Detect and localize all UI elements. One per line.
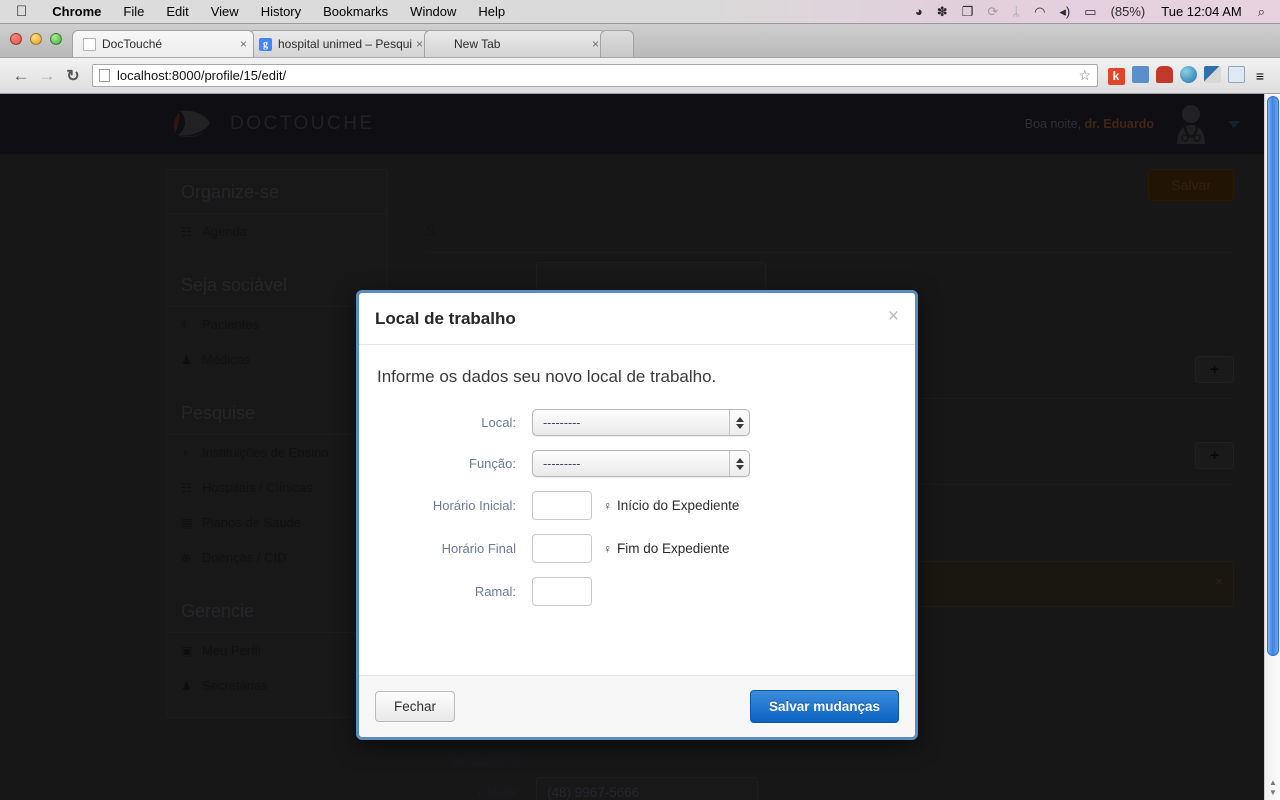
stepper-icon[interactable] [729,451,749,476]
lightbulb-icon: ♀ [603,498,612,513]
menu-view[interactable]: View [200,4,250,19]
scrollbar-thumb[interactable] [1267,96,1279,656]
battery-percent: (85%) [1110,4,1146,19]
url-text[interactable]: localhost:8000/profile/15/edit/ [117,68,286,83]
form-row-ramal: Ramal: [377,577,897,606]
salvar-mudancas-button[interactable]: Salvar mudanças [749,690,899,723]
funcao-select-value: --------- [543,456,581,471]
local-select[interactable]: --------- [532,409,750,436]
battery-icon[interactable]: ▭ [1077,4,1103,20]
page-icon [83,37,96,51]
help-text: Início do Expediente [617,498,740,513]
browser-tab-google-search[interactable]: g hospital unimed – Pesquis × [248,30,430,57]
page-info-icon[interactable] [99,69,110,82]
bookmark-star-icon[interactable]: ☆ [1078,67,1091,84]
close-window-button[interactable] [10,33,22,45]
menu-window[interactable]: Window [399,4,467,19]
tab-title: hospital unimed – Pesquis [278,37,412,51]
modal-title: Local de trabalho [375,309,516,328]
browser-tab-new-tab[interactable]: New Tab × [424,30,606,57]
stepper-icon[interactable] [729,410,749,435]
horario-inicial-label: Horário Inicial: [432,498,516,513]
alfred-icon[interactable]: ◕ [908,4,930,19]
horario-inicial-help: ♀ Início do Expediente [603,498,739,513]
menubar-clock[interactable]: Tue 12:04 AM [1152,4,1250,19]
modal-body: Informe os dados seu novo local de traba… [359,345,915,675]
globe-extension-icon[interactable] [1176,65,1200,86]
tab-title: New Tab [454,37,501,51]
horario-inicial-input[interactable] [532,491,592,520]
screen-sharing-icon[interactable]: ❐ [955,4,981,20]
horario-final-label: Horário Final [441,541,516,556]
new-tab-button[interactable] [600,30,634,57]
funcao-label: Função: [469,456,516,471]
search-icon[interactable]: ⌕ [1251,4,1272,20]
back-button[interactable]: ← [8,66,34,86]
form-row-horario-final: Horário Final ♀ Fim do Expediente [377,534,897,563]
address-bar[interactable]: localhost:8000/profile/15/edit/ ☆ [92,64,1098,87]
bluetooth-icon[interactable]: ᛦ [1005,4,1027,19]
form-row-horario-inicial: Horário Inicial: ♀ Início do Expediente [377,491,897,520]
menu-edit[interactable]: Edit [155,4,199,19]
pocket-extension-icon[interactable] [1152,65,1176,86]
page-viewport: DOCTOUCHE Boa noite, dr. Eduardo [0,94,1280,800]
menu-chrome[interactable]: Chrome [41,4,112,19]
evernote-clipper-icon[interactable] [1128,65,1152,86]
menu-history[interactable]: History [250,4,312,19]
chrome-window: DocTouché × g hospital unimed – Pesquis … [0,24,1280,800]
macos-menubar:  Chrome File Edit View History Bookmark… [0,0,1280,24]
menu-help[interactable]: Help [467,4,516,19]
apple-menu-icon[interactable]:  [16,4,27,19]
colorpicker-extension-icon[interactable] [1200,65,1224,86]
menubar-status-area: ◕ ✽ ❐ ⟳ ᛦ ◠ ◂) ▭ (85%) Tue 12:04 AM ⌕ [908,4,1280,20]
funcao-select[interactable]: --------- [532,450,750,477]
tab-title: DocTouché [102,37,163,51]
wifi-icon[interactable]: ◠ [1027,4,1052,20]
close-icon[interactable]: × [412,37,423,51]
ramal-input[interactable] [532,577,592,606]
form-row-local: Local: --------- [377,409,897,436]
horario-final-help: ♀ Fim do Expediente [603,541,730,556]
browser-tab-doctouche[interactable]: DocTouché × [72,30,254,57]
menu-bookmarks[interactable]: Bookmarks [312,4,399,19]
browser-tabstrip: DocTouché × g hospital unimed – Pesquis … [0,24,1280,58]
modal-footer: Fechar Salvar mudanças [359,675,915,737]
lightbulb-icon: ♀ [603,541,612,556]
close-icon[interactable]: × [888,307,899,326]
zoom-window-button[interactable] [50,33,62,45]
help-text: Fim do Expediente [617,541,730,556]
page-scrollbar[interactable]: ▲ ▼ [1264,94,1280,800]
fechar-button[interactable]: Fechar [375,691,456,722]
browser-toolbar: ← → ↻ localhost:8000/profile/15/edit/ ☆ … [0,58,1280,94]
local-select-value: --------- [543,415,581,430]
ramal-label: Ramal: [474,584,516,599]
window-resizer-icon[interactable] [1224,65,1248,86]
close-icon[interactable]: × [236,37,247,51]
local-label: Local: [481,415,516,430]
menu-file[interactable]: File [112,4,155,19]
minimize-window-button[interactable] [30,33,42,45]
volume-icon[interactable]: ◂) [1052,4,1077,20]
window-controls[interactable] [10,33,62,45]
time-machine-icon[interactable]: ⟳ [980,4,1005,20]
form-row-funcao: Função: --------- [377,450,897,477]
forward-button[interactable]: → [34,66,60,86]
horario-final-input[interactable] [532,534,592,563]
kaspersky-extension-icon[interactable]: k [1104,67,1128,85]
chrome-menu-icon[interactable]: ≡ [1248,68,1272,84]
blank-icon [435,38,448,51]
modal-header: Local de trabalho × [359,293,915,345]
google-icon: g [259,37,272,51]
reload-button[interactable]: ↻ [60,66,86,86]
dropbox-icon[interactable]: ✽ [930,4,955,20]
local-de-trabalho-modal: Local de trabalho × Informe os dados seu… [356,290,918,740]
close-icon[interactable]: × [588,37,599,51]
scrollbar-arrows[interactable]: ▲ ▼ [1265,778,1280,798]
modal-lead-text: Informe os dados seu novo local de traba… [377,367,717,386]
